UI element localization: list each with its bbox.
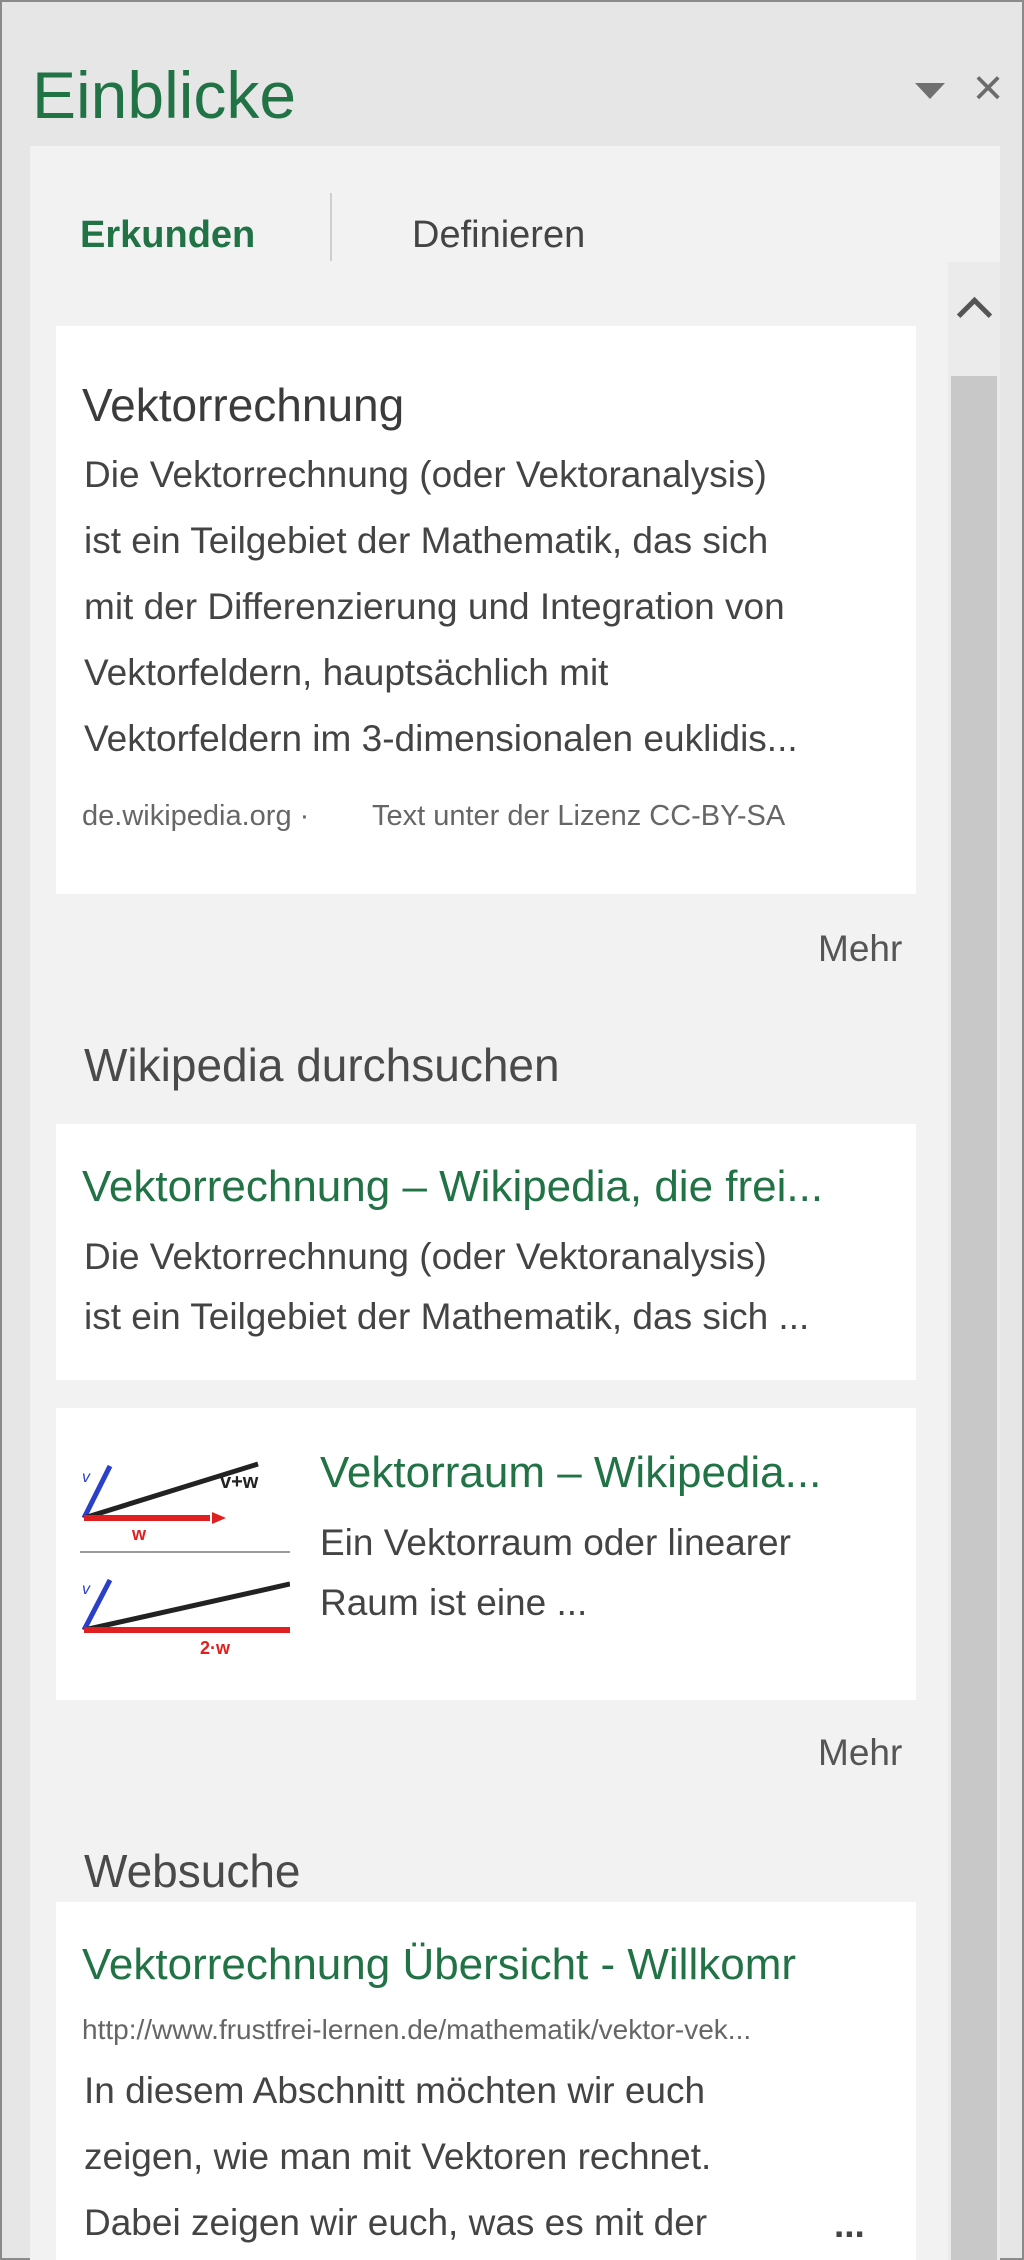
definition-card[interactable]: Vektorrechnung Die Vektorrechnung (oder …: [56, 326, 916, 894]
wikipedia-result-2-title[interactable]: Vektorraum – Wikipedia...: [320, 1448, 900, 1498]
vertical-scrollbar[interactable]: [948, 262, 1000, 2260]
definition-line-2: ist ein Teilgebiet der Mathematik, das s…: [84, 520, 769, 561]
license-link[interactable]: Text unter der Lizenz CC-BY-SA: [372, 800, 785, 833]
thumbnail-label-v2: v: [82, 1581, 91, 1598]
web-result-ellipsis: ...: [834, 2204, 865, 2245]
wikipedia-result-line-2: ist ein Teilgebiet der Mathematik, das s…: [84, 1296, 810, 1337]
more-link-definition[interactable]: Mehr: [818, 928, 902, 970]
more-link-wikipedia[interactable]: Mehr: [818, 1732, 902, 1774]
web-result-url[interactable]: http://www.frustfrei-lernen.de/mathemati…: [82, 2014, 882, 2046]
thumbnail-label-vw: v+w: [220, 1471, 259, 1493]
wikipedia-result-2-line-1: Ein Vektorraum oder linearer: [320, 1522, 791, 1563]
definition-title: Vektorrechnung: [82, 379, 405, 431]
wikipedia-result-line-1: Die Vektorrechnung (oder Vektoranalysis): [84, 1236, 767, 1277]
thumbnail-label-w: w: [131, 1524, 147, 1544]
tab-definieren[interactable]: Definieren: [412, 214, 585, 257]
web-result-card[interactable]: Vektorrechnung Übersicht - Willkomr http…: [56, 1902, 916, 2260]
source-link[interactable]: de.wikipedia.org ·: [82, 800, 309, 833]
web-result-line-1: In diesem Abschnitt möchten wir euch: [84, 2070, 706, 2111]
wikipedia-result-2-line-2: Raum ist eine ...: [320, 1582, 588, 1623]
web-result-title[interactable]: Vektorrechnung Übersicht - Willkomr: [82, 1940, 912, 1990]
wikipedia-section-heading: Wikipedia durchsuchen: [84, 1039, 560, 1091]
definition-line-4: Vektorfeldern, hauptsächlich mit: [84, 652, 609, 693]
tab-divider: [330, 193, 332, 261]
chevron-up-icon[interactable]: [948, 262, 1000, 366]
close-icon[interactable]: ×: [964, 62, 1012, 114]
vector-thumbnail-image: v+w w v v 2·w: [80, 1454, 290, 1666]
web-result-line-3: Dabei zeigen wir euch, was es mit der: [84, 2202, 708, 2243]
tab-bar: Erkunden Definieren: [30, 146, 1000, 296]
scrollbar-thumb[interactable]: [951, 376, 997, 2260]
web-result-line-2: zeigen, wie man mit Vektoren rechnet.: [84, 2136, 712, 2177]
pane-content: Erkunden Definieren Vektorrechnung Die V…: [30, 146, 1000, 2260]
triangle-down-icon[interactable]: [915, 83, 945, 99]
wikipedia-result-card[interactable]: Vektorrechnung – Wikipedia, die frei... …: [56, 1124, 916, 1380]
tab-erkunden[interactable]: Erkunden: [80, 214, 255, 257]
definition-line-5: Vektorfeldern im 3-dimensionalen euklidi…: [84, 718, 798, 759]
pane-title: Einblicke: [32, 58, 297, 132]
wikipedia-result-card-2[interactable]: v+w w v v 2·w Vektorraum – Wikipedia... …: [56, 1408, 916, 1700]
thumbnail-label-2w: 2·w: [200, 1638, 231, 1658]
thumbnail-label-v1: v: [82, 1469, 91, 1486]
definition-line-1: Die Vektorrechnung (oder Vektoranalysis): [84, 454, 767, 495]
definition-line-3: mit der Differenzierung und Integration …: [84, 586, 785, 627]
wikipedia-result-title[interactable]: Vektorrechnung – Wikipedia, die frei...: [82, 1162, 902, 1212]
web-section-heading: Websuche: [84, 1845, 301, 1897]
